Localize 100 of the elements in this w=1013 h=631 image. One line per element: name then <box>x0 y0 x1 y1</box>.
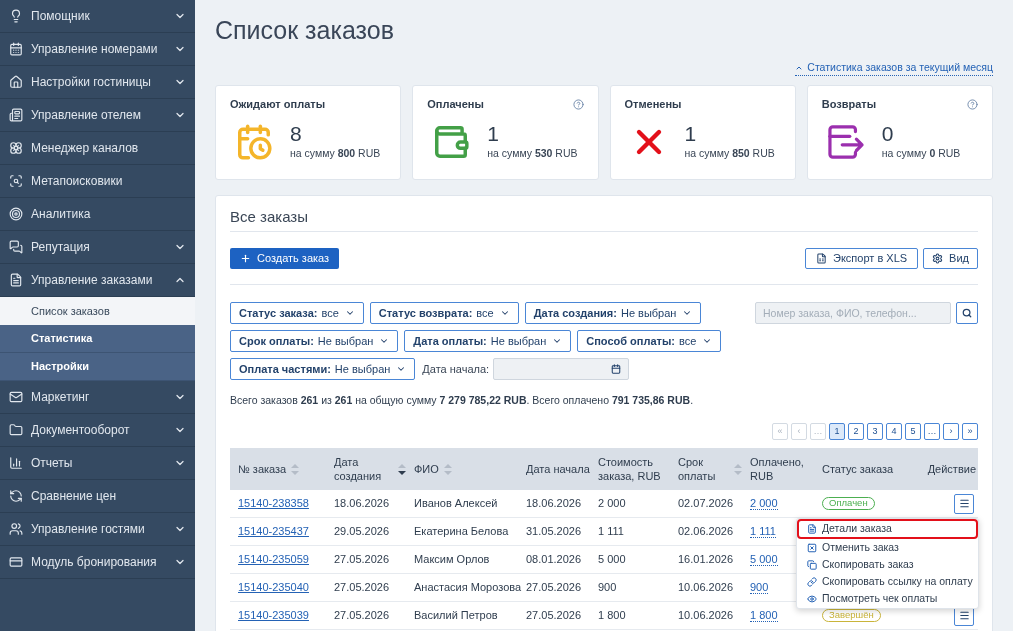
order-link[interactable]: 15140-235039 <box>238 609 309 622</box>
date-label: Дата начала: <box>422 361 490 377</box>
status-badge: Оплачен <box>822 497 875 510</box>
stat-sum: на сумму 850 RUB <box>684 146 775 162</box>
table-cell-text: 10.06.2026 <box>677 580 735 596</box>
sidebar-item[interactable]: Модуль бронирования <box>0 546 195 579</box>
page-button[interactable]: 3 <box>867 423 883 440</box>
link-icon <box>807 576 817 587</box>
stat-title: Оплачены <box>427 96 484 112</box>
flower-icon <box>9 141 23 155</box>
stat-count: 0 <box>881 122 895 146</box>
sidebar-item[interactable]: Репутация <box>0 231 195 264</box>
sidebar-item[interactable]: Менеджер каналов <box>0 132 195 165</box>
sidebar-item[interactable]: Управление отелем <box>0 99 195 132</box>
paid-amount-link[interactable]: 5 000 <box>750 553 778 567</box>
table-cell-text: 16.01.2026 <box>677 552 735 568</box>
menu-item[interactable]: Детали заказа <box>797 519 978 539</box>
file-icon <box>816 253 827 264</box>
table-cell-text: 02.06.2026 <box>677 524 735 540</box>
stat-sum: на сумму 800 RUB <box>290 146 381 161</box>
page-button[interactable]: 5 <box>905 423 921 440</box>
page-button[interactable]: 1 <box>829 423 845 440</box>
help-icon[interactable] <box>572 98 584 110</box>
sidebar-item[interactable]: Сравнение цен <box>0 480 195 513</box>
chevron-down-icon <box>344 308 355 318</box>
create-order-button[interactable]: Создать заказ <box>230 248 340 269</box>
stat-count: 8 <box>290 122 303 146</box>
paid-amount-link[interactable]: 1 111 <box>750 525 776 539</box>
target-icon <box>9 207 23 221</box>
paid-amount-link[interactable]: 900 <box>750 581 769 595</box>
filter-dropdown[interactable]: Срок оплаты: Не выбран <box>230 330 399 352</box>
stat-title: Отменены <box>624 96 682 112</box>
settings-icon <box>932 253 944 264</box>
view-button[interactable]: Вид <box>923 248 978 269</box>
paid-amount-link[interactable]: 2 000 <box>750 497 778 511</box>
date-field[interactable] <box>493 358 630 380</box>
chevron-down-icon <box>499 308 510 318</box>
filter-dropdown[interactable]: Дата оплаты: Не выбран <box>404 330 572 352</box>
menu-item[interactable]: Посмотреть чек оплаты <box>797 590 978 607</box>
order-link[interactable]: 15140-235040 <box>238 581 309 594</box>
table-cell-text: 1 111 <box>597 524 625 540</box>
menu-item[interactable]: Скопировать заказ <box>797 556 978 573</box>
page-button[interactable]: 2 <box>848 423 864 440</box>
sidebar-subitem[interactable]: Настройки <box>0 353 195 381</box>
sidebar-item[interactable]: Аналитика <box>0 198 195 231</box>
column-header: Дата начала <box>526 462 590 476</box>
column-header: Стоимость заказа, RUB <box>598 455 662 483</box>
sidebar-item[interactable]: Управление гостями <box>0 513 195 546</box>
sidebar-item[interactable]: Маркетинг <box>0 381 195 414</box>
filter-dropdown[interactable]: Оплата частями: Не выбран <box>230 358 416 380</box>
menu-icon <box>958 610 970 621</box>
menu-icon <box>958 498 970 509</box>
menu-item[interactable]: Скопировать ссылку на оплату <box>797 573 978 590</box>
order-link[interactable]: 15140-235059 <box>238 553 309 566</box>
table-cell-text: Максим Орлов <box>413 552 491 568</box>
help-icon[interactable] <box>967 98 978 110</box>
document-icon <box>807 524 817 534</box>
page-button[interactable]: › <box>943 423 959 440</box>
export-button[interactable]: Экспорт в XLS <box>805 248 919 269</box>
order-link[interactable]: 15140-235437 <box>238 525 309 538</box>
table-cell-text: Екатерина Белова <box>413 524 510 540</box>
page-button[interactable]: … <box>924 423 940 440</box>
sidebar-item[interactable]: Метапоисковики <box>0 165 195 198</box>
search-button[interactable] <box>956 302 978 324</box>
filter-dropdown[interactable]: Способ оплаты: все <box>577 330 722 352</box>
page-title: Список заказов <box>215 15 395 46</box>
copy-icon <box>807 559 817 570</box>
sidebar-subitem[interactable]: Список заказов <box>0 297 195 325</box>
calendar-icon[interactable] <box>611 364 622 374</box>
stat-sum: на сумму 530 RUB <box>487 146 578 161</box>
sidebar-item[interactable]: Документооборот <box>0 414 195 447</box>
calendar-clock-icon <box>235 122 273 161</box>
scan-search-icon <box>9 174 23 188</box>
page-button[interactable]: 4 <box>886 423 902 440</box>
column-header: Действие <box>927 462 976 476</box>
sidebar-item[interactable]: Настройки гостиницы <box>0 66 195 99</box>
sidebar-subitem[interactable]: Статистика <box>0 325 195 353</box>
column-header: № заказа <box>238 462 287 476</box>
table-cell-text: 27.05.2026 <box>525 608 583 624</box>
stat-count: 1 <box>684 122 698 147</box>
table-cell-text: 29.05.2026 <box>333 524 391 540</box>
sidebar-item[interactable]: Помощник <box>0 0 195 33</box>
filter-dropdown[interactable]: Статус возврата: все <box>369 302 519 324</box>
eye-icon <box>807 593 817 604</box>
sidebar-item[interactable]: Управление номерами <box>0 33 195 66</box>
stats-link[interactable]: Статистика заказов за текущий месяц <box>795 59 993 77</box>
paid-amount-link[interactable]: 1 800 <box>750 609 778 623</box>
filter-dropdown[interactable]: Статус заказа: все <box>230 302 364 324</box>
menu-item[interactable]: Отменить заказ <box>797 539 978 556</box>
column-header: Оплачено, RUB <box>750 455 805 483</box>
page-button[interactable]: » <box>962 423 978 440</box>
table-cell-text: 5 000 <box>597 552 627 568</box>
search-field[interactable]: Номер заказа, ФИО, телефон... <box>755 302 951 324</box>
sort-icon[interactable] <box>398 463 406 475</box>
sidebar-item[interactable]: Отчеты <box>0 447 195 480</box>
card-icon <box>9 555 23 569</box>
table-cell-text: 02.07.2026 <box>677 496 735 512</box>
order-link[interactable]: 15140-238358 <box>238 497 309 510</box>
action-button[interactable] <box>954 493 974 514</box>
filter-dropdown[interactable]: Дата создания: Не выбран <box>524 302 702 324</box>
